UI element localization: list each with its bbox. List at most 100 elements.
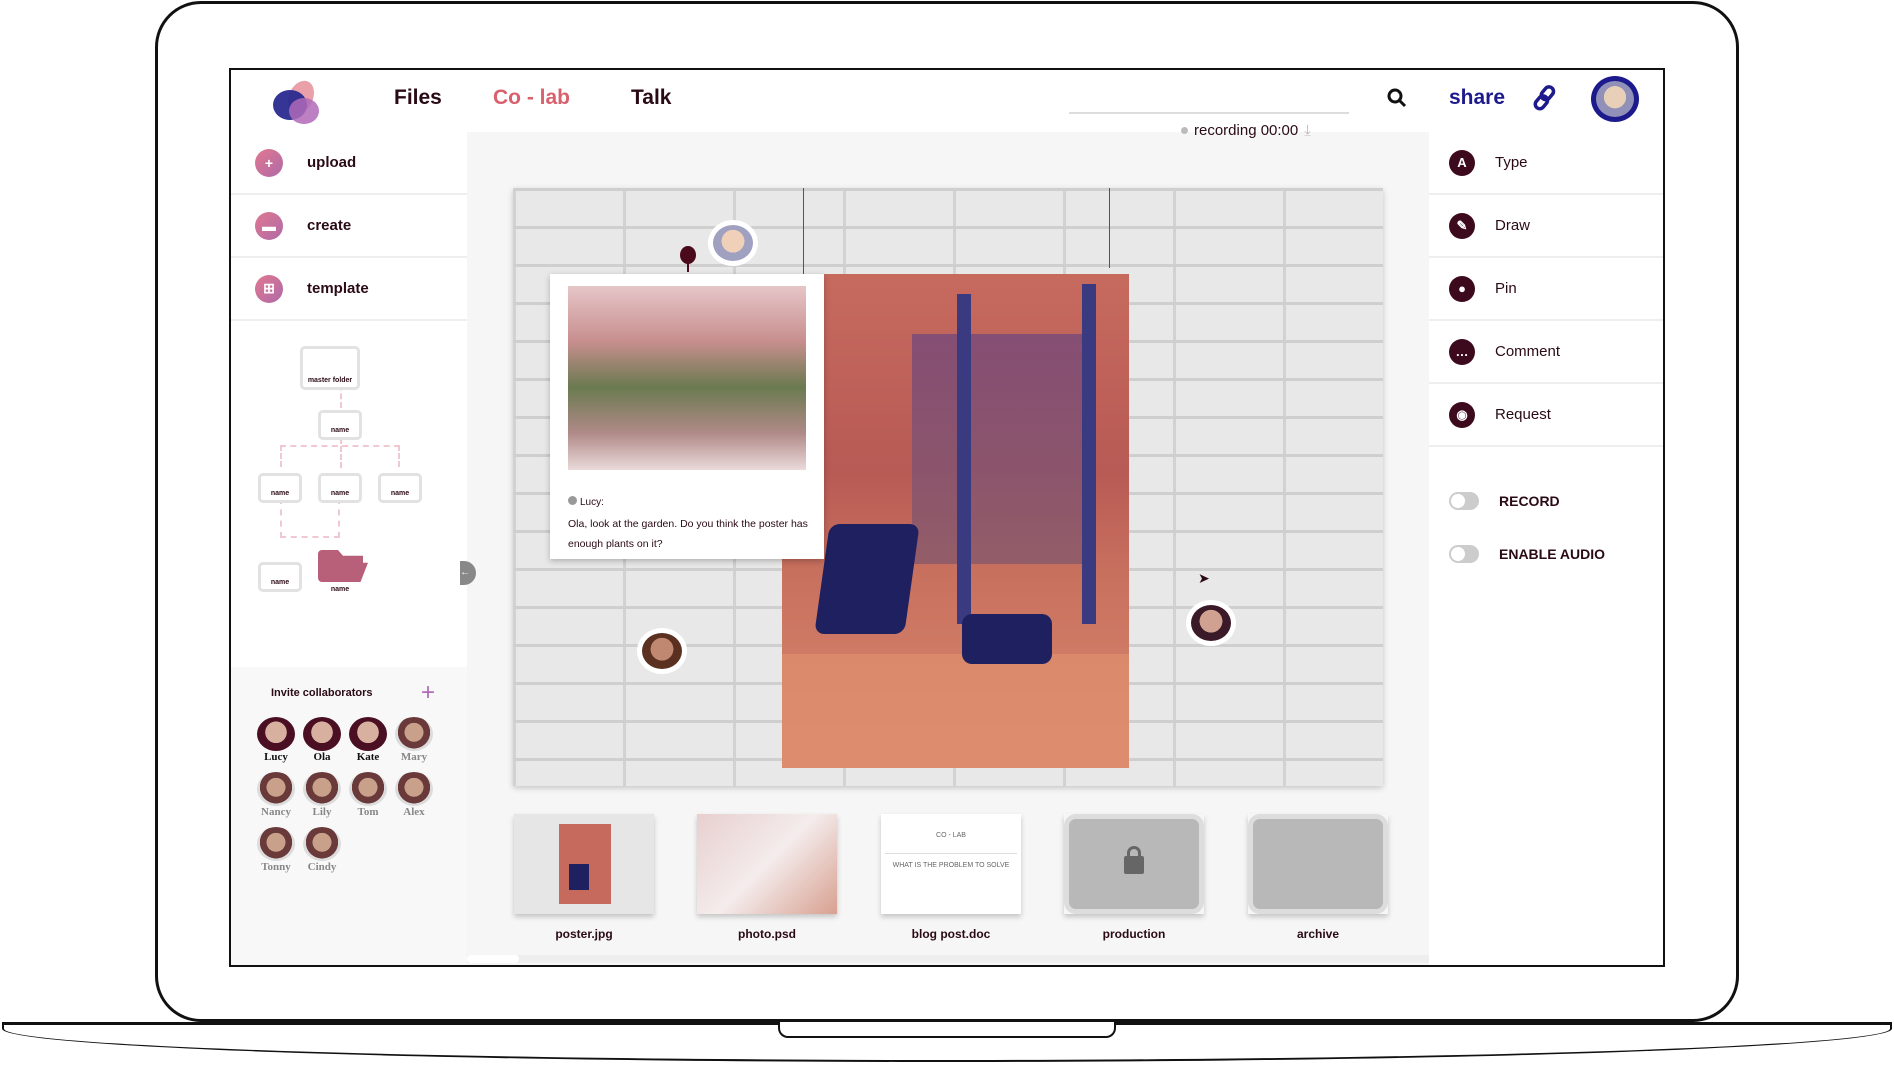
collaborator-name: Nancy xyxy=(261,806,291,818)
record-dot-icon xyxy=(1181,127,1188,134)
tree-folder-label: name xyxy=(330,586,350,593)
avatar xyxy=(257,827,295,861)
tool-label: Request xyxy=(1495,406,1551,423)
laptop-notch xyxy=(778,1022,1116,1038)
tree-folder[interactable]: name xyxy=(318,473,362,503)
avatar xyxy=(395,717,433,751)
collapse-sidebar-button[interactable]: ← xyxy=(460,561,476,585)
avatar xyxy=(349,772,387,806)
search-input[interactable] xyxy=(1069,84,1349,114)
avatar xyxy=(395,772,433,806)
tree-folder[interactable]: name xyxy=(258,562,302,592)
comment-icon: … xyxy=(1449,338,1475,365)
collaborator-name: Alex xyxy=(403,806,425,818)
tool-pin[interactable]: ● Pin xyxy=(1429,258,1663,321)
collaborator-name: Kate xyxy=(356,751,380,763)
folder-icon: ▬ xyxy=(255,211,283,240)
type-icon: A xyxy=(1449,149,1475,176)
open-folder-icon[interactable] xyxy=(318,550,368,582)
sitemap-icon: ⊞ xyxy=(255,274,283,303)
toggle-label: RECORD xyxy=(1499,493,1560,509)
invite-label: Invite collaborators xyxy=(271,687,373,699)
tool-label: Type xyxy=(1495,154,1528,171)
nav-files[interactable]: Files xyxy=(394,86,442,110)
recording-text: recording 00:00 xyxy=(1194,122,1299,139)
collaborator-name: Cindy xyxy=(307,861,337,873)
collaborator-cursor-avatar[interactable] xyxy=(708,220,758,266)
download-icon[interactable]: ⤓ xyxy=(1304,122,1311,139)
horizontal-scrollbar[interactable] xyxy=(467,955,1429,963)
collaborator-mary[interactable]: Mary xyxy=(389,717,439,763)
file-label: photo.psd xyxy=(738,927,796,941)
app-screen: Files Co - lab Talk share + upload ▬ creat… xyxy=(229,68,1665,967)
tool-request[interactable]: ◉ Request xyxy=(1429,384,1663,447)
tools-panel: A Type ✎ Draw ● Pin … Comment ◉ Request RECORD ENAB… xyxy=(1429,132,1663,965)
collaborator-tom[interactable]: Tom xyxy=(343,772,393,818)
whiteboard-canvas[interactable]: Lucy: Ola, look at the garden. Do you th… xyxy=(513,188,1383,786)
collaborator-alex[interactable]: Alex xyxy=(389,772,439,818)
collaborator-lily[interactable]: Lily xyxy=(297,772,347,818)
toggle-row: RECORD xyxy=(1449,492,1560,510)
tool-label: Draw xyxy=(1495,217,1531,234)
avatar xyxy=(257,772,295,806)
tree-folder[interactable]: name xyxy=(258,473,302,503)
collaborator-name: Mary xyxy=(400,751,428,763)
file-folder[interactable] xyxy=(1064,814,1204,914)
nav-colab[interactable]: Co - lab xyxy=(493,86,570,110)
tool-comment[interactable]: … Comment xyxy=(1429,321,1663,384)
add-collaborator-icon[interactable]: + xyxy=(421,679,435,707)
tool-draw[interactable]: ✎ Draw xyxy=(1429,195,1663,258)
doc-title: CO - LAB xyxy=(936,832,966,839)
upload-button[interactable]: + upload xyxy=(231,132,467,195)
collaborator-ola[interactable]: Ola xyxy=(297,717,347,763)
header: Files Co - lab Talk share xyxy=(231,70,1663,132)
template-button[interactable]: ⊞ template xyxy=(231,258,467,321)
collaborators-panel: Invite collaborators + Lucy Ola Kate Mary Na… xyxy=(231,667,467,965)
nav-talk[interactable]: Talk xyxy=(631,86,671,110)
tool-label: Comment xyxy=(1495,343,1561,360)
collaborator-cursor-avatar[interactable] xyxy=(637,628,687,674)
file-image[interactable] xyxy=(697,814,837,914)
request-icon: ◉ xyxy=(1449,401,1475,428)
folder-tree: master folder name name name name name n… xyxy=(243,328,465,663)
template-label: template xyxy=(307,280,369,297)
link-icon[interactable] xyxy=(1531,84,1559,117)
tree-folder-root[interactable]: master folder xyxy=(300,346,360,390)
collaborator-name: Lily xyxy=(312,806,332,818)
tool-type[interactable]: A Type xyxy=(1429,132,1663,195)
create-button[interactable]: ▬ create xyxy=(231,195,467,258)
avatar xyxy=(303,772,341,806)
collaborator-kate[interactable]: Kate xyxy=(343,717,393,763)
file-doc[interactable]: CO - LAB WHAT IS THE PROBLEM TO SOLVE xyxy=(881,814,1021,914)
tool-label: Pin xyxy=(1495,280,1517,297)
collaborator-cindy[interactable]: Cindy xyxy=(297,827,347,873)
collaborator-name: Tonny xyxy=(261,861,291,873)
share-button[interactable]: share xyxy=(1449,86,1505,110)
poster-image[interactable] xyxy=(782,274,1129,768)
user-avatar[interactable] xyxy=(1591,76,1639,122)
comment-text: Ola, look at the garden. Do you think th… xyxy=(568,518,808,550)
collaborator-name: Lucy xyxy=(264,751,288,763)
tree-folder[interactable]: name xyxy=(378,473,422,503)
record-toggle[interactable] xyxy=(1449,492,1479,510)
comment-author: Lucy: xyxy=(568,496,604,508)
file-label: poster.jpg xyxy=(555,927,613,941)
upload-label: upload xyxy=(307,154,357,171)
collaborator-cursor-avatar[interactable] xyxy=(1186,600,1236,646)
collaborator-lucy[interactable]: Lucy xyxy=(251,717,301,763)
search-icon[interactable] xyxy=(1387,88,1407,108)
file-folder[interactable] xyxy=(1248,814,1388,914)
avatar xyxy=(257,717,295,751)
collaborator-nancy[interactable]: Nancy xyxy=(251,772,301,818)
tree-folder[interactable]: name xyxy=(318,410,362,440)
hanging-string xyxy=(1109,188,1110,268)
recording-status: recording 00:00 ⤓ xyxy=(1181,122,1311,139)
comment-card[interactable]: Lucy: Ola, look at the garden. Do you th… xyxy=(550,274,824,559)
file-image[interactable] xyxy=(514,814,654,914)
pin-icon: ● xyxy=(1449,275,1475,302)
doc-heading: WHAT IS THE PROBLEM TO SOLVE xyxy=(892,862,1010,869)
collaborator-tonny[interactable]: Tonny xyxy=(251,827,301,873)
enable-audio-toggle[interactable] xyxy=(1449,545,1479,563)
hanging-string xyxy=(803,188,804,274)
collaborator-name: Ola xyxy=(313,751,331,763)
